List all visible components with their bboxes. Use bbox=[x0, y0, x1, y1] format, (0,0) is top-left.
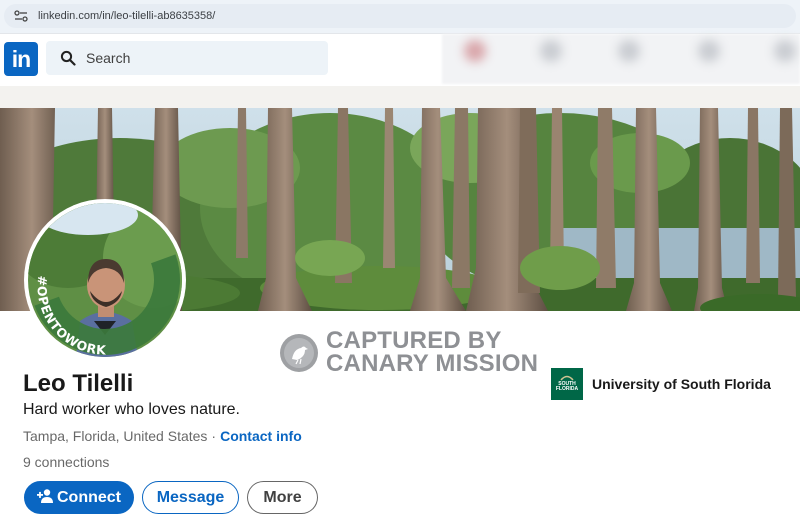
profile-location: Tampa, Florida, United States bbox=[23, 428, 208, 444]
page-background-strip bbox=[0, 86, 800, 108]
site-settings-icon[interactable] bbox=[14, 10, 28, 22]
blurred-network-icon bbox=[540, 40, 562, 62]
connect-button[interactable]: Connect bbox=[24, 481, 134, 514]
watermark-line-2: CANARY MISSION bbox=[326, 350, 539, 377]
search-icon bbox=[60, 50, 76, 66]
profile-headline: Hard worker who loves nature. bbox=[23, 401, 240, 418]
location-row: Tampa, Florida, United States · Contact in… bbox=[23, 427, 302, 445]
url-text[interactable]: linkedin.com/in/leo-tilelli-ab8635358/ bbox=[38, 9, 215, 23]
browser-address-bar: linkedin.com/in/leo-tilelli-ab8635358/ bbox=[0, 0, 800, 34]
connections-count[interactable]: 9 connections bbox=[23, 453, 109, 471]
profile-avatar[interactable]: #OPENTOWORK bbox=[24, 199, 186, 361]
more-button[interactable]: More bbox=[247, 481, 318, 514]
blurred-messaging-icon bbox=[698, 40, 720, 62]
search-input[interactable]: Search bbox=[46, 41, 328, 75]
education-name[interactable]: University of South Florida bbox=[592, 376, 771, 392]
blurred-notifications-icon bbox=[774, 40, 796, 62]
connect-label: Connect bbox=[57, 489, 121, 506]
canary-bird-icon bbox=[280, 334, 318, 372]
search-placeholder: Search bbox=[86, 50, 131, 66]
contact-info-link[interactable]: Contact info bbox=[220, 428, 302, 444]
blurred-nav-icons bbox=[442, 34, 800, 84]
linkedin-logo[interactable]: in bbox=[4, 42, 38, 76]
url-field[interactable]: linkedin.com/in/leo-tilelli-ab8635358/ bbox=[4, 4, 796, 28]
blurred-home-icon bbox=[464, 40, 486, 62]
top-nav: in Search bbox=[0, 34, 800, 86]
usf-logo: SOUTH FLORIDA bbox=[551, 368, 583, 400]
usf-logo-text: SOUTH FLORIDA bbox=[555, 381, 579, 392]
blurred-jobs-icon bbox=[618, 40, 640, 62]
profile-name: Leo Tilelli bbox=[23, 370, 134, 397]
captured-watermark: CAPTURED BY CANARY MISSION bbox=[278, 328, 538, 378]
message-button[interactable]: Message bbox=[142, 481, 239, 514]
separator-dot: · bbox=[211, 428, 217, 444]
add-person-icon bbox=[37, 489, 53, 503]
